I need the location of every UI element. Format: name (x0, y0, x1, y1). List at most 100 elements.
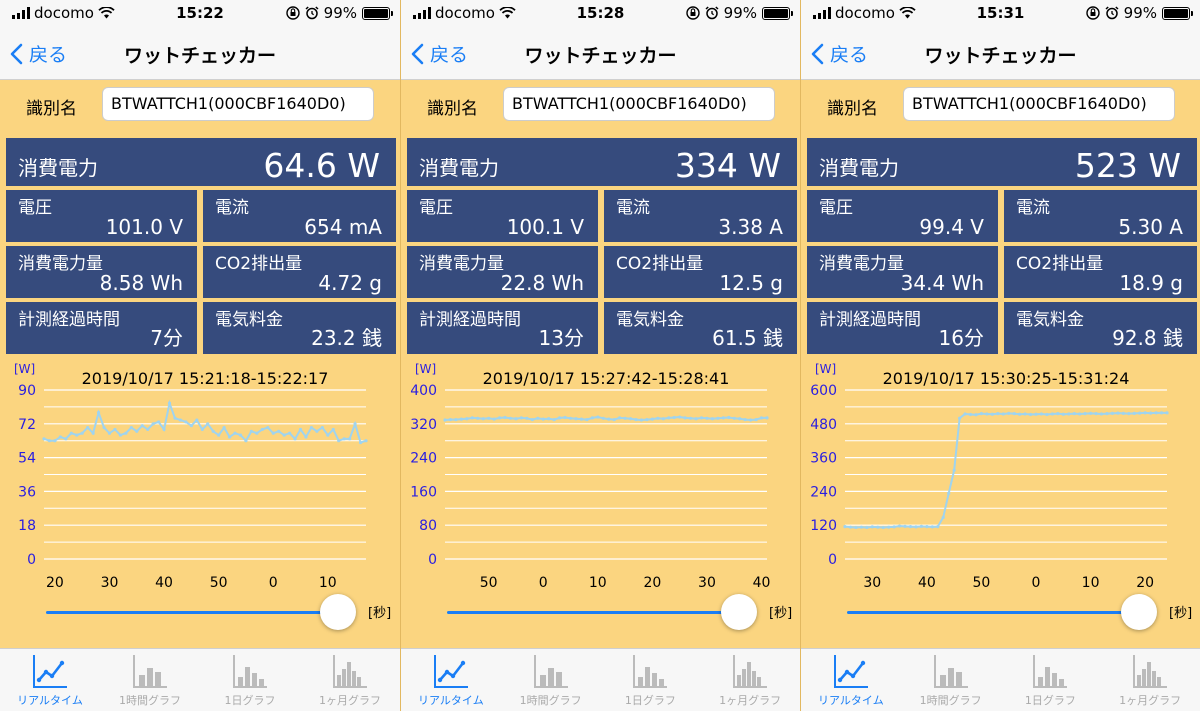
data-point (58, 435, 62, 439)
y-axis-label: [W] (815, 362, 836, 376)
power-value: 523 W (1074, 146, 1181, 185)
data-point (287, 431, 292, 435)
time-slider-track[interactable] (447, 611, 749, 614)
tab-realtime[interactable]: リアルタイム (0, 649, 100, 711)
data-point (124, 431, 128, 435)
time-slider-track[interactable] (847, 611, 1149, 614)
data-point (96, 410, 101, 415)
data-point (536, 416, 540, 420)
y-tick-label: 240 (810, 484, 837, 500)
device-id-field[interactable]: BTWATTCH1(000CBF1640D0) (503, 87, 775, 121)
data-point (1045, 412, 1049, 417)
data-point (1072, 412, 1076, 416)
series-line (43, 399, 367, 444)
data-point (348, 437, 352, 441)
data-point (476, 416, 480, 420)
data-point (1110, 411, 1115, 415)
page-title: ワットチェッカー (524, 45, 677, 67)
battery-icon (762, 6, 793, 20)
data-point (282, 433, 286, 437)
voltage-card: 電圧 100.1 V (407, 190, 598, 242)
tab-month-graph[interactable]: 1ヶ月グラフ (700, 649, 800, 711)
tab-month-graph[interactable]: 1ヶ月グラフ (300, 649, 400, 711)
data-point (47, 439, 52, 443)
x-tick-label: 50 (210, 575, 228, 591)
data-point (881, 525, 885, 530)
power-card: 消費電力 523 W (807, 138, 1197, 186)
device-id-row: 識別名 BTWATTCH1(000CBF1640D0) (401, 86, 800, 122)
data-point (1083, 412, 1087, 416)
current-card: 電流 654 mA (203, 190, 396, 242)
data-point (650, 417, 654, 421)
time-slider-thumb[interactable] (320, 594, 356, 630)
phone-screen: docomo 15:31 99% 戻る ワットチェッカー 識別名 BTWATTC… (800, 0, 1200, 711)
x-tick-label: 10 (589, 575, 607, 591)
device-id-field[interactable]: BTWATTCH1(000CBF1640D0) (903, 87, 1175, 121)
seconds-unit-label: [秒] (368, 606, 392, 621)
data-point (925, 525, 929, 529)
bar-chart-icon (233, 655, 267, 688)
data-point (1159, 411, 1164, 415)
time-slider-thumb[interactable] (1121, 594, 1157, 630)
cost-card: 電気料金 92.8 銭 (1004, 302, 1197, 354)
tab-day-graph[interactable]: 1日グラフ (200, 649, 300, 711)
y-tick-label: 120 (810, 518, 837, 534)
power-label: 消費電力 (419, 156, 499, 180)
bar-chart-icon (133, 655, 167, 688)
data-point (568, 416, 573, 420)
time-slider-track[interactable] (46, 611, 348, 614)
device-id-label: 識別名 (827, 99, 878, 119)
data-point (667, 416, 671, 420)
x-tick-label: 10 (1082, 575, 1100, 591)
data-point (870, 525, 874, 529)
tab-bar: リアルタイム 1時間グラフ 1日グラフ 1ヶ月グラフ (0, 648, 400, 711)
data-point (470, 416, 474, 420)
tab-day-graph[interactable]: 1日グラフ (601, 649, 701, 711)
tab-bar: リアルタイム 1時間グラフ 1日グラフ 1ヶ月グラフ (401, 648, 800, 711)
tab-hour-graph[interactable]: 1時間グラフ (901, 649, 1001, 711)
tab-realtime[interactable]: リアルタイム (401, 649, 501, 711)
data-point (952, 468, 956, 472)
bar-chart-icon (1033, 655, 1068, 688)
voltage-value: 101.0 V (105, 215, 183, 239)
tab-realtime[interactable]: リアルタイム (801, 649, 901, 711)
device-id-field[interactable]: BTWATTCH1(000CBF1640D0) (102, 87, 374, 121)
tab-day-graph[interactable]: 1日グラフ (1001, 649, 1101, 711)
tab-hour-graph[interactable]: 1時間グラフ (100, 649, 200, 711)
time-slider-thumb[interactable] (721, 594, 757, 630)
tab-month-graph[interactable]: 1ヶ月グラフ (1100, 649, 1200, 711)
y-tick-label: 0 (428, 552, 437, 568)
data-point (358, 440, 363, 445)
data-point (876, 525, 880, 529)
bar-chart-icon (633, 655, 668, 688)
voltage-card: 電圧 99.4 V (807, 190, 998, 242)
current-value: 3.38 A (718, 215, 783, 239)
y-tick-label: 18 (18, 518, 36, 534)
y-tick-label: 54 (18, 451, 36, 467)
power-label: 消費電力 (819, 156, 899, 180)
x-tick-label: 50 (973, 575, 991, 591)
data-point (1056, 412, 1060, 416)
status-bar: docomo 15:28 99% (401, 0, 800, 28)
data-point (465, 417, 469, 421)
co2-card: CO2排出量 18.9 g (1004, 246, 1197, 298)
data-point (914, 525, 918, 529)
y-tick-label: 0 (828, 552, 837, 568)
tab-label: 1時間グラフ (519, 694, 582, 707)
data-point (585, 417, 589, 422)
tab-hour-graph[interactable]: 1時間グラフ (501, 649, 601, 711)
chart-title: 2019/10/17 15:30:25-15:31:24 (883, 369, 1130, 388)
data-point (53, 439, 57, 443)
cost-value: 23.2 銭 (311, 326, 382, 350)
data-point (754, 417, 758, 422)
data-point (865, 525, 869, 530)
line-chart-icon (33, 655, 67, 688)
energy-card: 消費電力量 8.58 Wh (6, 246, 197, 298)
line-chart-icon (833, 655, 868, 688)
data-point (558, 416, 562, 420)
data-point (683, 416, 687, 420)
data-point (206, 422, 210, 426)
data-point (80, 431, 84, 435)
data-point (64, 437, 68, 441)
power-value: 64.6 W (263, 146, 380, 185)
